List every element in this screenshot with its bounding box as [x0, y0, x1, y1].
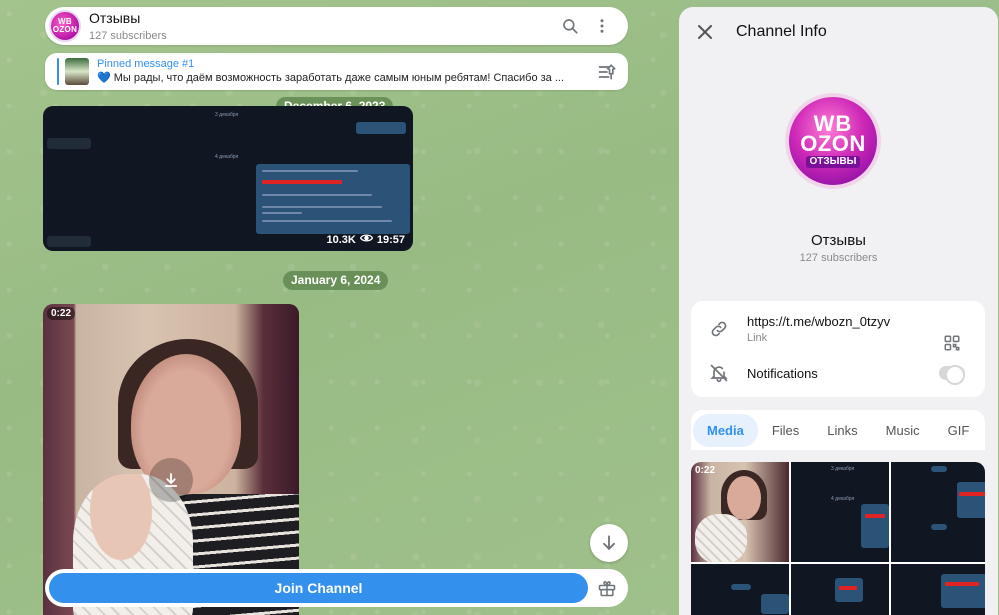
date-separator: January 6, 2024 [283, 271, 389, 290]
mini-text-line [262, 194, 372, 196]
avatar-text-otzyvy: ОТЗЫВЫ [805, 156, 861, 168]
link-icon [691, 319, 747, 339]
mini-bubble [931, 524, 947, 530]
panel-subscriber-count: 127 subscribers [799, 252, 878, 264]
mini-bubble [931, 466, 947, 472]
arrow-down-icon [603, 535, 615, 551]
composer-bar: Join Channel [45, 569, 628, 607]
mini-redacted [959, 492, 985, 496]
mini-text-line [262, 206, 382, 208]
thumb-baby [695, 514, 747, 562]
mini-bubble [835, 578, 863, 602]
pinned-title: Pinned message #1 [97, 58, 195, 70]
notifications-toggle[interactable] [939, 365, 965, 385]
tab-media[interactable]: Media [693, 413, 758, 447]
eye-icon [359, 233, 374, 246]
thumb-face [727, 476, 761, 520]
mini-bubble [47, 236, 91, 247]
mini-bubble [761, 594, 789, 614]
media-thumb-image[interactable] [891, 564, 985, 615]
pinned-text: 💙 Мы рады, что даём возможность заработа… [97, 72, 565, 84]
more-vertical-icon[interactable] [586, 10, 618, 42]
avatar-text-ozon: OZON [52, 25, 78, 34]
mini-bubble [941, 574, 985, 608]
avatar-text-ozon: OZON [800, 131, 866, 156]
mini-bubble [731, 584, 751, 590]
pinned-thumbnail [65, 58, 89, 85]
link-caption: Link [747, 332, 768, 344]
media-thumb-image[interactable] [691, 564, 789, 615]
link-row[interactable]: https://t.me/wbozn_0tzyv Link [691, 314, 985, 351]
chat-header[interactable]: WB OZON Отзывы 127 subscribers [45, 7, 628, 45]
media-grid: 0:22 3 декабря 4 декабря [691, 462, 985, 615]
media-tabs: Media Files Links Music GIF V [691, 410, 985, 450]
tab-files[interactable]: Files [758, 414, 813, 447]
mini-redacted [262, 180, 342, 184]
tab-voice[interactable]: V [983, 414, 985, 447]
channel-title[interactable]: Отзывы [89, 10, 554, 26]
view-count: 10.3K [326, 233, 356, 246]
mini-date-label: 4 декабря [215, 154, 239, 160]
video-duration: 0:22 [47, 307, 76, 320]
mini-text-line [262, 170, 358, 172]
pinned-list-icon[interactable] [594, 62, 620, 82]
search-icon[interactable] [554, 10, 586, 42]
pinned-indicator [57, 58, 59, 85]
mini-date-label: 4 декабря [831, 496, 855, 502]
bell-off-icon [691, 363, 747, 383]
mini-date-label: 3 декабря [215, 112, 239, 118]
mini-bubble [256, 164, 410, 234]
panel-title: Channel Info [736, 23, 827, 40]
channel-avatar-large[interactable]: WB OZON ОТЗЫВЫ [785, 93, 881, 189]
mini-redacted [865, 514, 885, 518]
mini-bubble [356, 122, 406, 134]
gift-icon[interactable] [590, 573, 624, 603]
message-time: 19:57 [376, 233, 405, 246]
mini-redacted [945, 582, 979, 586]
mini-text-line [262, 220, 392, 222]
channel-name: Отзывы [811, 232, 866, 249]
mini-text-line [262, 212, 302, 214]
close-icon[interactable] [689, 16, 721, 48]
tab-gif[interactable]: GIF [934, 414, 984, 447]
channel-avatar[interactable]: WB OZON [49, 10, 81, 42]
message-meta: 10.3K 19:57 [327, 233, 406, 246]
qr-code-icon[interactable] [943, 334, 961, 357]
scroll-down-button[interactable] [590, 524, 628, 562]
screenshot-image-message[interactable]: 3 декабря 4 декабря 10.3K 19:57 [43, 106, 413, 251]
mini-bubble [861, 504, 889, 548]
pinned-message-bar[interactable]: Pinned message #1 💙 Мы рады, что даём во… [45, 53, 628, 90]
media-thumb-video[interactable]: 0:22 [691, 462, 789, 562]
channel-link[interactable]: https://t.me/wbozn_0tzyv [747, 314, 890, 329]
tab-music[interactable]: Music [872, 414, 934, 447]
notifications-label: Notifications [747, 365, 818, 381]
join-channel-button[interactable]: Join Channel [49, 573, 588, 603]
media-thumb-image[interactable] [791, 564, 889, 615]
info-card: https://t.me/wbozn_0tzyv Link Notificati… [691, 301, 985, 397]
thumb-duration: 0:22 [695, 465, 716, 476]
mini-bubble [957, 482, 985, 518]
download-icon[interactable] [149, 458, 193, 502]
mini-bubble [47, 138, 91, 149]
subscriber-count: 127 subscribers [89, 29, 167, 42]
media-thumb-image[interactable] [891, 462, 985, 562]
channel-info-panel: Channel Info WB OZON ОТЗЫВЫ Отзывы 127 s… [679, 7, 998, 615]
mini-date-label: 3 декабря [831, 466, 855, 472]
media-thumb-image[interactable]: 3 декабря 4 декабря [791, 462, 889, 562]
mini-redacted [839, 586, 857, 590]
tab-links[interactable]: Links [813, 414, 871, 447]
